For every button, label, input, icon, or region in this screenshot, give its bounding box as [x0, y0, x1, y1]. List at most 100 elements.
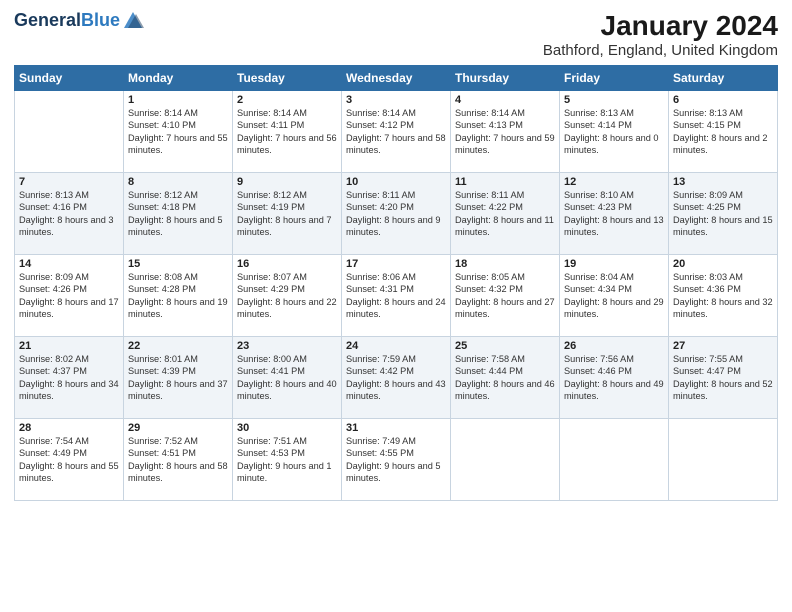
- cell-daylight: Daylight: 8 hours and 2 minutes.: [673, 133, 768, 155]
- cell-sunrise: Sunrise: 8:14 AM: [455, 108, 525, 118]
- cell-sunrise: Sunrise: 8:03 AM: [673, 272, 743, 282]
- cell-sunset: Sunset: 4:15 PM: [673, 120, 741, 130]
- cell-sunset: Sunset: 4:14 PM: [564, 120, 632, 130]
- calendar-table: Sunday Monday Tuesday Wednesday Thursday…: [14, 65, 778, 501]
- day-number: 10: [346, 176, 446, 188]
- cell-daylight: Daylight: 8 hours and 11 minutes.: [455, 215, 554, 237]
- cell-sunset: Sunset: 4:19 PM: [237, 202, 305, 212]
- col-wednesday: Wednesday: [342, 66, 451, 91]
- day-number: 13: [673, 176, 773, 188]
- cell-2-1: 15Sunrise: 8:08 AMSunset: 4:28 PMDayligh…: [124, 255, 233, 337]
- week-row-2: 14 Sunrise: 8:09 AM Sunset: 4:26 PM Dayligh…: [15, 255, 778, 337]
- cell-daylight: Daylight: 8 hours and 5 minutes.: [128, 215, 223, 237]
- cell-2-0: 14 Sunrise: 8:09 AM Sunset: 4:26 PM Dayligh…: [15, 255, 124, 337]
- week-row-1: 7Sunrise: 8:13 AMSunset: 4:16 PMDaylight…: [15, 173, 778, 255]
- calendar-body: 1Sunrise: 8:14 AMSunset: 4:10 PMDaylight…: [15, 91, 778, 501]
- cell-daylight: Daylight: 8 hours and 55 minutes.: [19, 461, 119, 483]
- cell-sunset: Sunset: 4:18 PM: [128, 202, 196, 212]
- cell-sunset: Sunset: 4:16 PM: [19, 202, 87, 212]
- cell-sunrise: Sunrise: 8:09 AM: [19, 272, 89, 282]
- cell-sunrise: Sunrise: 8:14 AM: [237, 108, 307, 118]
- cell-daylight: Daylight: 8 hours and 17 minutes.: [19, 297, 119, 319]
- cell-sunset: Sunset: 4:32 PM: [455, 284, 523, 294]
- logo: GeneralBlue: [14, 10, 144, 32]
- cell-daylight: Daylight: 8 hours and 34 minutes.: [19, 379, 119, 401]
- day-number: 26: [564, 340, 664, 352]
- cell-sunrise: Sunrise: 7:58 AM: [455, 354, 525, 364]
- cell-sunset: Sunset: 4:36 PM: [673, 284, 741, 294]
- cell-3-1: 22Sunrise: 8:01 AMSunset: 4:39 PMDayligh…: [124, 337, 233, 419]
- cell-daylight: Daylight: 7 hours and 59 minutes.: [455, 133, 555, 155]
- day-number: 14: [19, 258, 119, 270]
- cell-0-3: 3Sunrise: 8:14 AMSunset: 4:12 PMDaylight…: [342, 91, 451, 173]
- cell-2-5: 19Sunrise: 8:04 AMSunset: 4:34 PMDayligh…: [560, 255, 669, 337]
- cell-sunrise: Sunrise: 8:09 AM: [673, 190, 743, 200]
- day-number: 30: [237, 422, 337, 434]
- cell-sunset: Sunset: 4:26 PM: [19, 284, 87, 294]
- cell-sunrise: Sunrise: 8:11 AM: [455, 190, 524, 200]
- day-number: 4: [455, 94, 555, 106]
- cell-daylight: Daylight: 9 hours and 1 minute.: [237, 461, 332, 483]
- col-tuesday: Tuesday: [233, 66, 342, 91]
- cell-2-4: 18Sunrise: 8:05 AMSunset: 4:32 PMDayligh…: [451, 255, 560, 337]
- day-number: 9: [237, 176, 337, 188]
- cell-4-4: [451, 419, 560, 501]
- day-number: 12: [564, 176, 664, 188]
- cell-0-6: 6Sunrise: 8:13 AMSunset: 4:15 PMDaylight…: [669, 91, 778, 173]
- cell-sunset: Sunset: 4:46 PM: [564, 366, 632, 376]
- cell-4-2: 30Sunrise: 7:51 AMSunset: 4:53 PMDayligh…: [233, 419, 342, 501]
- cell-sunrise: Sunrise: 8:12 AM: [128, 190, 198, 200]
- cell-0-4: 4Sunrise: 8:14 AMSunset: 4:13 PMDaylight…: [451, 91, 560, 173]
- cell-sunset: Sunset: 4:23 PM: [564, 202, 632, 212]
- day-number: 15: [128, 258, 228, 270]
- cell-sunset: Sunset: 4:41 PM: [237, 366, 305, 376]
- col-monday: Monday: [124, 66, 233, 91]
- cell-sunrise: Sunrise: 7:56 AM: [564, 354, 634, 364]
- cell-3-0: 21Sunrise: 8:02 AMSunset: 4:37 PMDayligh…: [15, 337, 124, 419]
- cell-sunrise: Sunrise: 7:51 AM: [237, 436, 307, 446]
- cell-sunset: Sunset: 4:37 PM: [19, 366, 87, 376]
- cell-sunrise: Sunrise: 7:54 AM: [19, 436, 89, 446]
- day-number: 16: [237, 258, 337, 270]
- cell-daylight: Daylight: 8 hours and 7 minutes.: [237, 215, 332, 237]
- cell-sunset: Sunset: 4:11 PM: [237, 120, 304, 130]
- day-number: 17: [346, 258, 446, 270]
- cell-daylight: Daylight: 8 hours and 43 minutes.: [346, 379, 446, 401]
- cell-sunset: Sunset: 4:47 PM: [673, 366, 741, 376]
- col-saturday: Saturday: [669, 66, 778, 91]
- cell-0-2: 2Sunrise: 8:14 AMSunset: 4:11 PMDaylight…: [233, 91, 342, 173]
- day-number: 3: [346, 94, 446, 106]
- day-number: 1: [128, 94, 228, 106]
- cell-2-6: 20Sunrise: 8:03 AMSunset: 4:36 PMDayligh…: [669, 255, 778, 337]
- cell-daylight: Daylight: 7 hours and 55 minutes.: [128, 133, 228, 155]
- cell-sunrise: Sunrise: 8:13 AM: [19, 190, 89, 200]
- cell-1-3: 10Sunrise: 8:11 AMSunset: 4:20 PMDayligh…: [342, 173, 451, 255]
- col-thursday: Thursday: [451, 66, 560, 91]
- cell-4-1: 29Sunrise: 7:52 AMSunset: 4:51 PMDayligh…: [124, 419, 233, 501]
- day-number: 2: [237, 94, 337, 106]
- cell-sunrise: Sunrise: 8:06 AM: [346, 272, 416, 282]
- day-number: 8: [128, 176, 228, 188]
- cell-3-3: 24Sunrise: 7:59 AMSunset: 4:42 PMDayligh…: [342, 337, 451, 419]
- main-title: January 2024: [543, 10, 778, 42]
- cell-daylight: Daylight: 7 hours and 58 minutes.: [346, 133, 446, 155]
- cell-sunset: Sunset: 4:44 PM: [455, 366, 523, 376]
- day-number: 19: [564, 258, 664, 270]
- day-number: 6: [673, 94, 773, 106]
- cell-daylight: Daylight: 8 hours and 37 minutes.: [128, 379, 228, 401]
- page: GeneralBlue January 2024 Bathford, Engla…: [0, 0, 792, 612]
- cell-sunrise: Sunrise: 7:55 AM: [673, 354, 743, 364]
- day-number: 5: [564, 94, 664, 106]
- day-number: 21: [19, 340, 119, 352]
- cell-1-1: 8 Sunrise: 8:12 AM Sunset: 4:18 PM Daylight…: [124, 173, 233, 255]
- cell-sunrise: Sunrise: 8:01 AM: [128, 354, 198, 364]
- cell-sunrise: Sunrise: 8:07 AM: [237, 272, 307, 282]
- cell-daylight: Daylight: 8 hours and 46 minutes.: [455, 379, 555, 401]
- cell-1-2: 9Sunrise: 8:12 AMSunset: 4:19 PMDaylight…: [233, 173, 342, 255]
- cell-sunset: Sunset: 4:49 PM: [19, 448, 87, 458]
- cell-sunrise: Sunrise: 8:08 AM: [128, 272, 198, 282]
- cell-1-6: 13Sunrise: 8:09 AMSunset: 4:25 PMDayligh…: [669, 173, 778, 255]
- week-row-0: 1Sunrise: 8:14 AMSunset: 4:10 PMDaylight…: [15, 91, 778, 173]
- cell-daylight: Daylight: 8 hours and 13 minutes.: [564, 215, 664, 237]
- day-number: 25: [455, 340, 555, 352]
